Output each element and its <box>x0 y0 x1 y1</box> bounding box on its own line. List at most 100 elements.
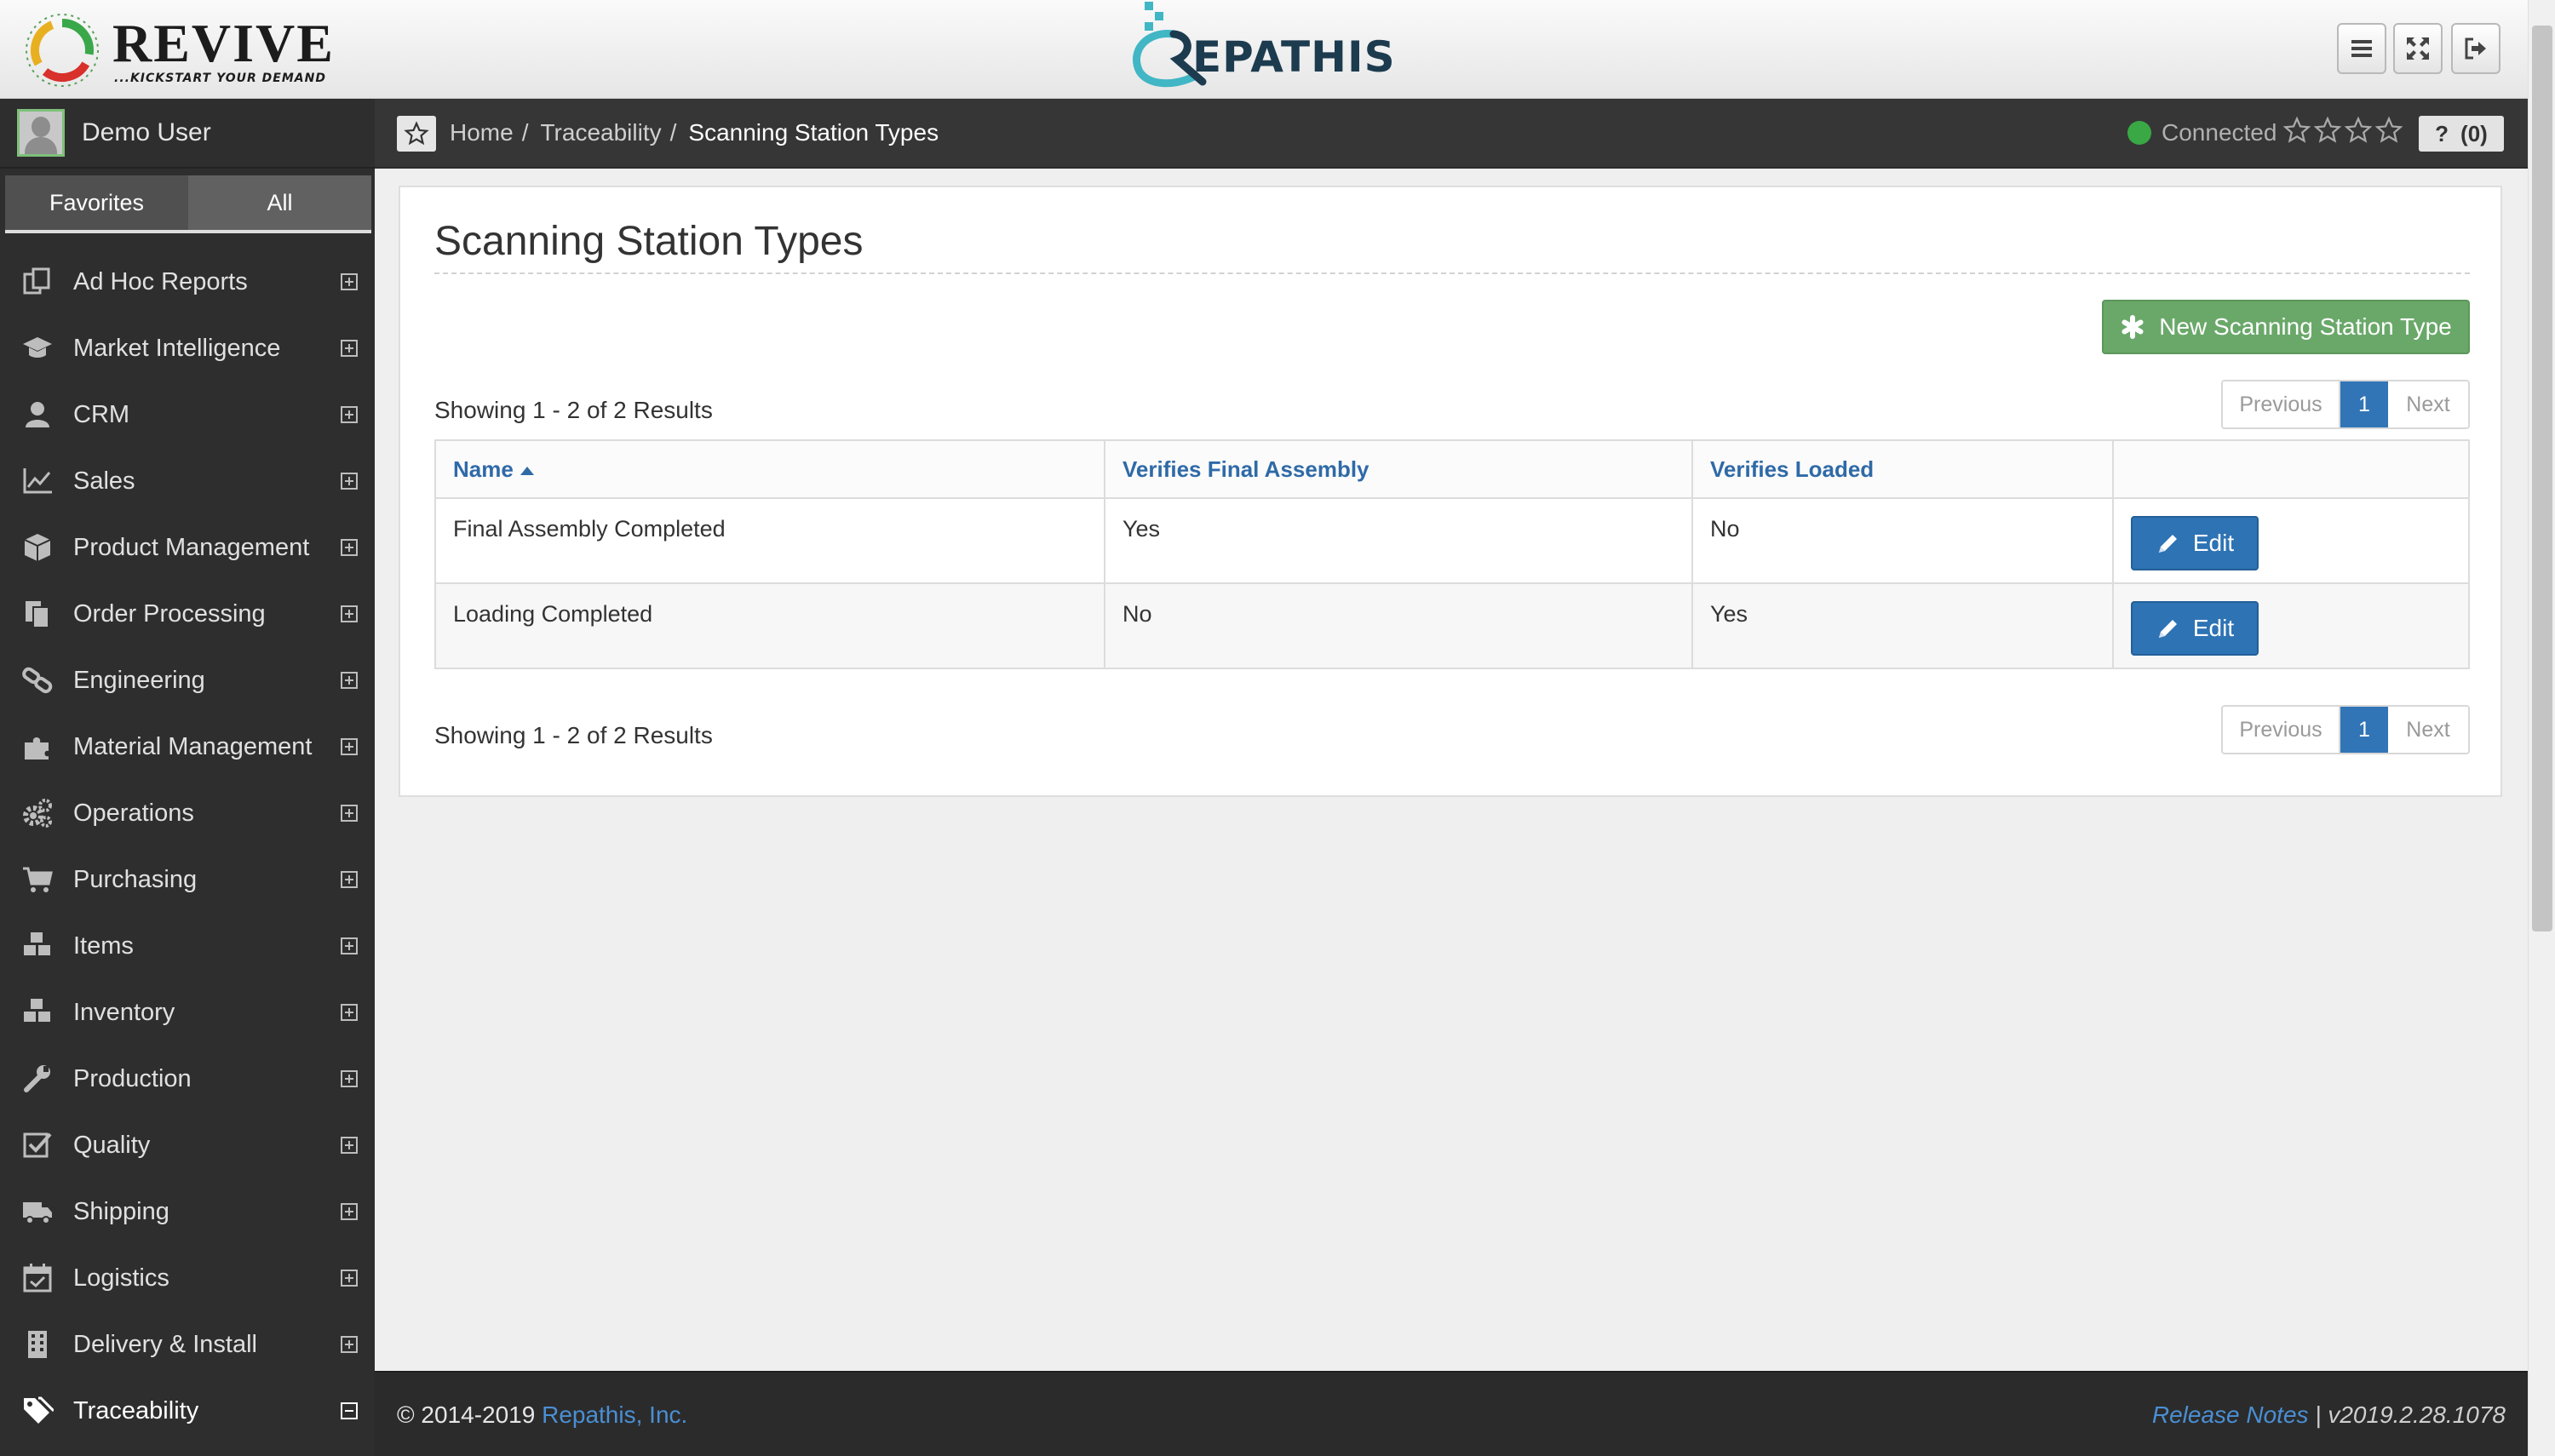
copyright-text: © 2014-2019 <box>397 1402 536 1428</box>
sidebar-item-market-intelligence[interactable]: Market Intelligence <box>0 315 375 381</box>
sidebar-item-order-processing[interactable]: Order Processing <box>0 581 375 647</box>
line-chart-icon <box>23 468 52 494</box>
sidebar-item-traceability[interactable]: Traceability <box>0 1378 375 1444</box>
sidebar-item-logistics[interactable]: Logistics <box>0 1245 375 1311</box>
edit-button[interactable]: Edit <box>2131 601 2259 656</box>
sidebar-item-quality[interactable]: Quality <box>0 1112 375 1178</box>
release-notes-link[interactable]: Release Notes <box>2152 1402 2309 1428</box>
expand-icon[interactable] <box>341 1070 358 1087</box>
sidebar-item-label: Ad Hoc Reports <box>73 267 248 295</box>
expand-icon[interactable] <box>341 340 358 357</box>
new-scanning-station-type-button[interactable]: New Scanning Station Type <box>2102 300 2470 354</box>
sidebar-item-shipping[interactable]: Shipping <box>0 1178 375 1245</box>
sidebar-item-product-management[interactable]: Product Management <box>0 514 375 581</box>
expand-icon[interactable] <box>341 539 358 556</box>
sidebar-item-label: Engineering <box>73 666 205 694</box>
new-button-label: New Scanning Station Type <box>2159 313 2452 340</box>
expand-icon[interactable] <box>341 738 358 755</box>
sidebar-item-ad-hoc-reports[interactable]: Ad Hoc Reports <box>0 249 375 315</box>
pagination-page-1[interactable]: 1 <box>2340 381 2388 427</box>
revive-logo[interactable]: REVIVE ...KICKSTART YOUR DEMAND <box>24 5 347 94</box>
sidebar-item-items[interactable]: Items <box>0 913 375 979</box>
repathis-logo: EPATHIS <box>1121 0 1410 95</box>
star-outline-icon[interactable] <box>2344 116 2373 145</box>
sidebar-item-crm[interactable]: CRM <box>0 381 375 448</box>
cell-verifies-final-assembly: No <box>1104 582 1693 669</box>
expand-icon[interactable] <box>341 672 358 689</box>
cube-icon <box>24 534 51 561</box>
logout-button[interactable] <box>2451 23 2500 74</box>
pagination-previous[interactable]: Previous <box>2223 707 2340 753</box>
column-header-name[interactable]: Name <box>434 439 1105 499</box>
footer-copyright: © 2014-2019 Repathis, Inc. <box>397 1402 687 1429</box>
expand-icon[interactable] <box>341 1203 358 1220</box>
pagination-next[interactable]: Next <box>2388 707 2468 753</box>
expand-icon[interactable] <box>341 605 358 622</box>
star-outline-icon[interactable] <box>2313 116 2342 145</box>
expand-icon[interactable] <box>341 406 358 423</box>
star-outline-icon[interactable] <box>2282 116 2311 145</box>
collapse-icon[interactable] <box>341 1402 358 1419</box>
sidebar-item-sales[interactable]: Sales <box>0 448 375 514</box>
top-header: REVIVE ...KICKSTART YOUR DEMAND EPATHIS <box>0 0 2528 99</box>
star-outline-icon[interactable] <box>2374 116 2403 145</box>
sidebar-item-operations[interactable]: Operations <box>0 780 375 846</box>
tab-all[interactable]: All <box>188 175 371 230</box>
page-scrollbar[interactable] <box>2528 0 2555 1456</box>
column-header-verifies-loaded[interactable]: Verifies Loaded <box>1691 439 2114 499</box>
footer-separator: | <box>2315 1402 2322 1428</box>
column-header-actions <box>2112 439 2470 499</box>
star-icon <box>404 121 429 146</box>
wrench-icon <box>24 1065 50 1092</box>
expand-icon[interactable] <box>341 1336 358 1353</box>
expand-icon[interactable] <box>341 805 358 822</box>
sidebar-item-label: Logistics <box>73 1264 169 1292</box>
pencil-icon <box>2158 535 2177 553</box>
sidebar-menu: Ad Hoc Reports Market Intelligence CRM S… <box>0 249 375 1444</box>
sidebar-item-engineering[interactable]: Engineering <box>0 647 375 714</box>
help-count: (0) <box>2460 120 2488 146</box>
edit-button[interactable]: Edit <box>2131 516 2259 570</box>
sidebar-item-material-management[interactable]: Material Management <box>0 714 375 780</box>
expand-icon[interactable] <box>341 937 358 954</box>
sidebar-item-production[interactable]: Production <box>0 1046 375 1112</box>
company-link[interactable]: Repathis, Inc. <box>542 1402 687 1428</box>
sidebar-item-purchasing[interactable]: Purchasing <box>0 846 375 913</box>
breadcrumb-bar: Home / Traceability / Scanning Station Typ… <box>375 99 2528 169</box>
sidebar-item-label: Product Management <box>73 533 310 561</box>
breadcrumb-traceability[interactable]: Traceability <box>540 119 661 146</box>
sidebar-tabs: Favorites All <box>5 175 371 233</box>
expand-icon[interactable] <box>341 473 358 490</box>
sidebar-item-label: Inventory <box>73 998 175 1026</box>
sidebar-item-inventory[interactable]: Inventory <box>0 979 375 1046</box>
fullscreen-button[interactable] <box>2393 23 2443 74</box>
tab-favorites[interactable]: Favorites <box>5 175 188 230</box>
pagination-page-1[interactable]: 1 <box>2340 707 2388 753</box>
expand-icon[interactable] <box>341 1137 358 1154</box>
title-divider <box>434 272 2470 274</box>
scrollbar-thumb[interactable] <box>2532 26 2552 931</box>
avatar <box>17 109 65 157</box>
favorite-button[interactable] <box>397 116 436 152</box>
gears-icon <box>23 799 52 828</box>
pagination-previous[interactable]: Previous <box>2223 381 2340 427</box>
pagination-next[interactable]: Next <box>2388 381 2468 427</box>
cubes-icon <box>24 999 50 1022</box>
column-header-label: Verifies Loaded <box>1710 456 1875 482</box>
column-header-verifies-final-assembly[interactable]: Verifies Final Assembly <box>1104 439 1693 499</box>
sidebar-item-label: Material Management <box>73 732 313 760</box>
table-row: Final Assembly Completed Yes No Edit <box>434 497 2470 584</box>
expand-icon[interactable] <box>341 1004 358 1021</box>
sidebar-item-delivery-install[interactable]: Delivery & Install <box>0 1311 375 1378</box>
breadcrumb-home[interactable]: Home <box>450 119 514 146</box>
user-profile[interactable]: Demo User <box>0 99 375 169</box>
expand-icon[interactable] <box>341 1270 358 1287</box>
rating-stars[interactable] <box>2282 116 2403 145</box>
sidebar-item-label: CRM <box>73 400 130 428</box>
column-header-label: Verifies Final Assembly <box>1122 456 1369 482</box>
menu-toggle-button[interactable] <box>2337 23 2386 74</box>
shopping-cart-icon <box>23 867 53 892</box>
expand-icon[interactable] <box>341 273 358 290</box>
help-button[interactable]: ? (0) <box>2419 116 2504 152</box>
expand-icon[interactable] <box>341 871 358 888</box>
